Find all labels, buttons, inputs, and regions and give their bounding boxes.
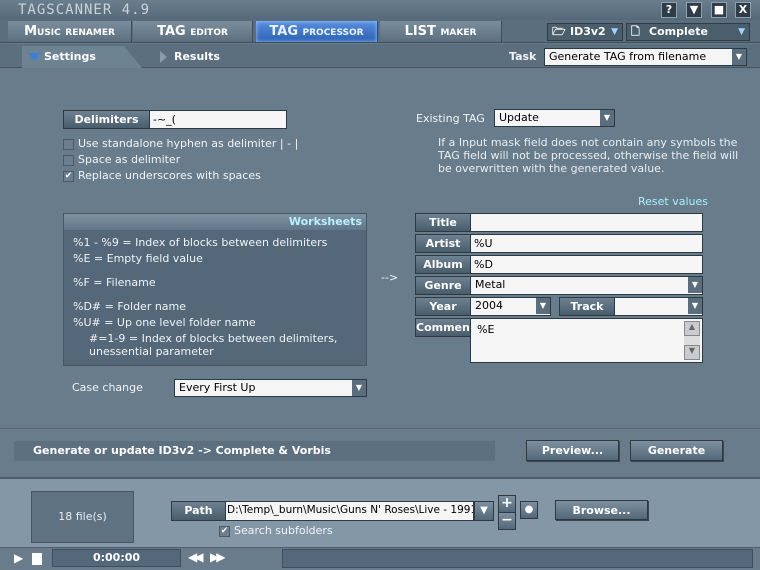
reset-values-link[interactable]: Reset values [638,195,708,208]
worksheet-line: %1 - %9 = Index of blocks between delimi… [73,236,328,249]
play-button[interactable]: ▶ [14,551,23,565]
status-text: Generate or update ID3v2 -> Complete & V… [14,441,495,461]
artist-input[interactable]: %U [470,234,703,253]
task-dropdown[interactable]: Generate TAG from filename ▼ [544,48,747,66]
case-change-dropdown[interactable]: Every First Up ▼ [174,379,367,397]
chevron-down-icon: ▼ [732,49,746,65]
year-dropdown[interactable]: 2004 ▼ [470,297,551,316]
worksheet-line: %F = Filename [73,276,156,289]
chevron-down-icon: ▼ [536,298,550,314]
document-icon: 🗋 [631,25,640,38]
generate-button[interactable]: Generate [630,440,723,461]
divider [0,428,760,429]
comment-textarea[interactable]: %E [470,318,703,363]
maximize-button[interactable]: ■ [711,2,727,18]
year-label: Year [415,297,471,316]
chevron-down-icon: ▼ [738,27,745,37]
worksheet-line: #=1-9 = Index of blocks between delimite… [89,332,338,345]
worksheets-title: Worksheets [64,214,366,230]
remove-folder-button[interactable]: − [498,512,516,530]
album-input[interactable]: %D [470,255,703,274]
file-count: 18 file(s) [31,491,134,543]
task-label: Task [509,50,537,63]
worksheet-line: %D# = Folder name [73,300,187,313]
triangle-right-icon [160,51,167,63]
tag-version-dropdown[interactable]: 🗁 ID3v2 ▼ [547,23,623,41]
existing-tag-dropdown[interactable]: Update ▼ [494,109,615,127]
standalone-hyphen-checkbox[interactable]: Use standalone hyphen as delimiter | - | [63,137,298,150]
add-folder-button[interactable]: + [498,495,516,513]
comment-label: Comment [415,318,475,337]
chevron-down-icon: ▼ [611,27,618,37]
check-icon: ✔ [63,170,74,182]
tab-list-maker[interactable]: LIST maker [380,21,502,42]
rewind-button[interactable]: ◀◀ [188,550,204,564]
worksheet-line: %U# = Up one level folder name [73,316,256,329]
search-subfolders-checkbox[interactable]: ✔ Search subfolders [219,524,333,537]
preview-button[interactable]: Preview... [526,440,619,461]
case-change-label: Case change [72,381,143,394]
path-label: Path [171,501,226,521]
existing-tag-note: If a Input mask field does not contain a… [438,136,739,175]
chevron-down-icon: ▼ [688,277,702,293]
delimiters-label: Delimiters [63,110,150,129]
space-delimiter-checkbox[interactable]: Space as delimiter [63,153,180,166]
tab-tag-processor[interactable]: TAG processor [256,21,378,42]
playback-progress[interactable] [282,549,753,568]
genre-dropdown[interactable]: Metal ▼ [470,276,703,295]
worksheets-panel: Worksheets %1 - %9 = Index of blocks bet… [63,213,367,366]
tab-results[interactable]: Results [160,47,220,67]
check-icon: ✔ [219,525,230,537]
scroll-up-icon[interactable]: ▲ [684,321,700,336]
scroll-down-icon[interactable]: ▼ [684,345,700,360]
tag-mode-dropdown[interactable]: 🗋 Complete ▼ [626,23,750,41]
existing-tag-label: Existing TAG [416,112,485,125]
delimiters-input[interactable]: -~_( [149,110,287,129]
app-title: TAGSCANNER 4.9 [18,2,151,18]
tab-settings[interactable]: Settings [22,46,142,68]
path-input[interactable]: D:\Temp\_burn\Music\Guns N' Roses\Live -… [225,501,474,521]
fast-forward-button[interactable]: ▶▶ [210,550,226,564]
album-label: Album [415,255,471,274]
record-icon[interactable]: ● [520,501,538,519]
worksheet-line: %E = Empty field value [73,252,203,265]
genre-label: Genre [415,276,471,295]
close-button[interactable]: X [735,2,751,18]
track-dropdown[interactable]: ▼ [614,297,703,316]
path-history-dropdown[interactable]: ▼ [474,501,494,521]
chevron-down-icon: ▼ [352,380,366,396]
arrow-indicator: --> [381,271,399,284]
help-button[interactable]: ? [661,2,677,18]
track-label: Track [559,297,615,316]
title-input[interactable] [470,213,703,232]
tab-tag-editor[interactable]: TAG editor [133,21,253,42]
time-display: 0:00:00 [52,549,181,567]
folder-icon: 🗁 [552,25,566,38]
title-label: Title [415,213,471,232]
triangle-down-icon [28,53,40,61]
chevron-down-icon: ▼ [688,298,702,314]
worksheet-line: unessential parameter [89,345,214,358]
browse-button[interactable]: Browse... [555,500,648,520]
replace-underscores-checkbox[interactable]: ✔ Replace underscores with spaces [63,169,261,182]
comment-scrollbar[interactable]: ▲ ▼ [684,321,700,360]
artist-label: Artist [415,234,471,253]
stop-button[interactable] [32,553,42,565]
chevron-down-icon: ▼ [600,110,614,126]
tab-music-renamer[interactable]: Music renamer [8,21,132,42]
minimize-button[interactable]: ▼ [686,2,702,18]
